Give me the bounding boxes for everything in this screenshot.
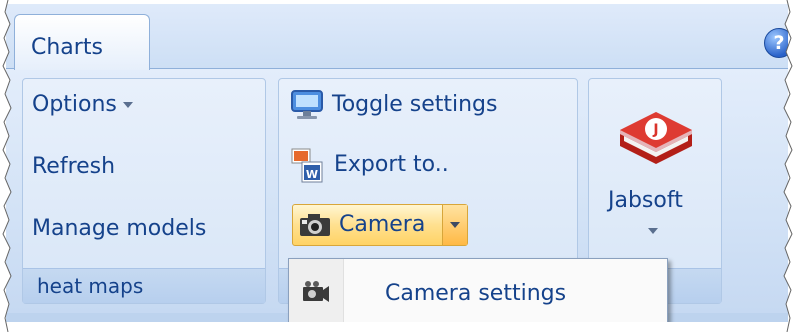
export-to-button[interactable]: W Export to.. [290,148,510,184]
tab-charts[interactable]: Charts [14,14,150,70]
camera-button-label: Camera [339,212,426,237]
menu-item-camera-settings-label: Camera settings [385,281,567,306]
camera-icon [300,214,330,236]
export-to-button-label: Export to.. [334,152,449,177]
manage-models-button-label: Manage models [32,216,207,241]
camera-settings-icon [303,281,329,302]
group-caption-heat-maps: heat maps [23,268,265,303]
ribbon-window: Charts ? heat maps Options Refresh Manag… [6,4,788,322]
svg-text:J: J [652,122,658,138]
toggle-settings-button-label: Toggle settings [332,92,498,117]
chevron-down-icon [450,222,460,228]
chevron-down-icon [122,102,133,108]
torn-edge-right [783,0,795,332]
ribbon-tab-strip: Charts ? [6,4,788,70]
chevron-down-icon [648,228,658,234]
refresh-button[interactable]: Refresh [32,154,115,179]
manage-models-button[interactable]: Manage models [32,216,206,241]
monitor-icon [291,90,323,119]
export-document-icon: W [291,148,323,183]
options-button[interactable]: Options [32,92,133,117]
refresh-button-label: Refresh [32,154,116,179]
menu-item-camera-settings[interactable]: Camera settings [289,259,667,322]
tab-charts-label: Charts [31,35,103,60]
svg-text:W: W [306,168,318,181]
camera-split-button[interactable]: Camera [292,204,468,246]
group-caption-heat-maps-label: heat maps [37,274,144,298]
toggle-settings-button[interactable]: Toggle settings [290,88,562,124]
jabsoft-button[interactable]: J Jabsoft [598,88,712,248]
jabsoft-book-icon: J [620,112,692,164]
camera-dropdown-arrow[interactable] [442,205,467,245]
torn-edge-left [0,0,12,332]
jabsoft-button-label: Jabsoft [608,188,683,213]
options-button-label: Options [32,92,117,117]
camera-dropdown-menu: Camera settings [288,258,668,322]
